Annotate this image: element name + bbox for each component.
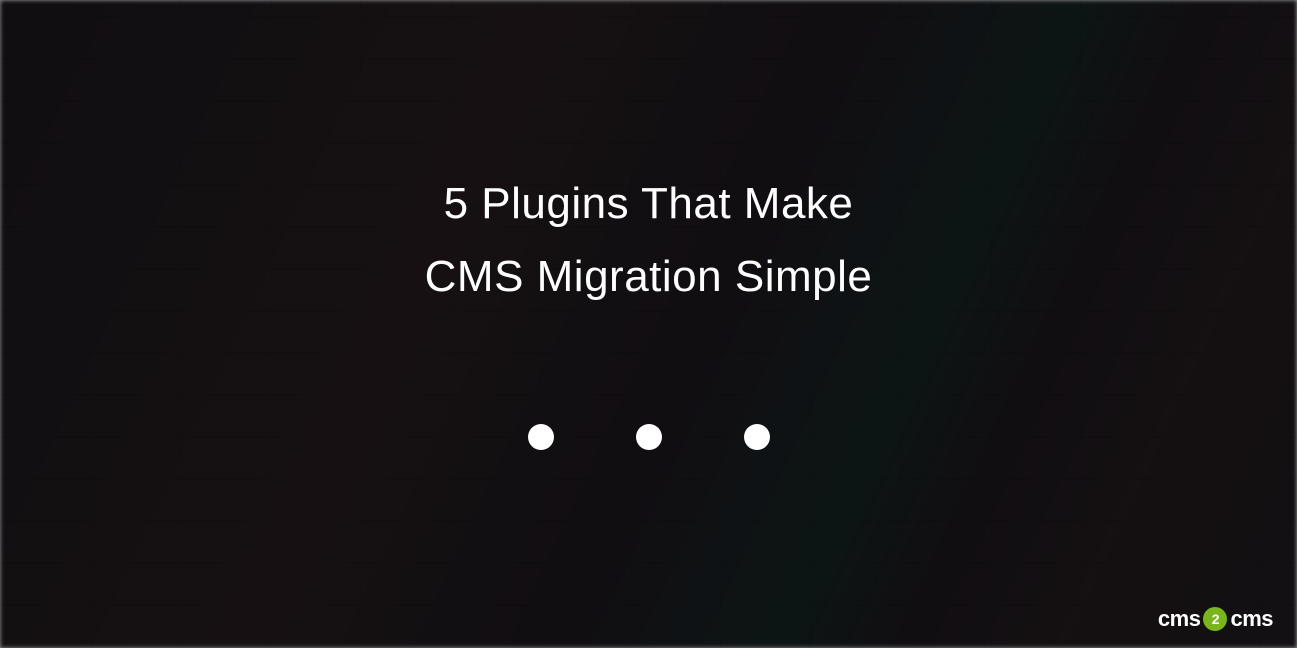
brand-logo: cms 2 cms <box>1158 606 1273 632</box>
dot-2 <box>636 424 662 450</box>
dot-1 <box>528 424 554 450</box>
dark-overlay <box>0 0 1297 648</box>
logo-text-left: cms <box>1158 606 1201 632</box>
dot-3 <box>744 424 770 450</box>
hero-banner: 5 Plugins That Make CMS Migration Simple… <box>0 0 1297 648</box>
logo-circle-icon: 2 <box>1203 607 1227 631</box>
title-line-1: 5 Plugins That Make <box>425 168 873 241</box>
logo-text-right: cms <box>1230 606 1273 632</box>
title-block: 5 Plugins That Make CMS Migration Simple <box>425 168 873 313</box>
decorative-dots <box>528 424 770 450</box>
title-line-2: CMS Migration Simple <box>425 241 873 314</box>
